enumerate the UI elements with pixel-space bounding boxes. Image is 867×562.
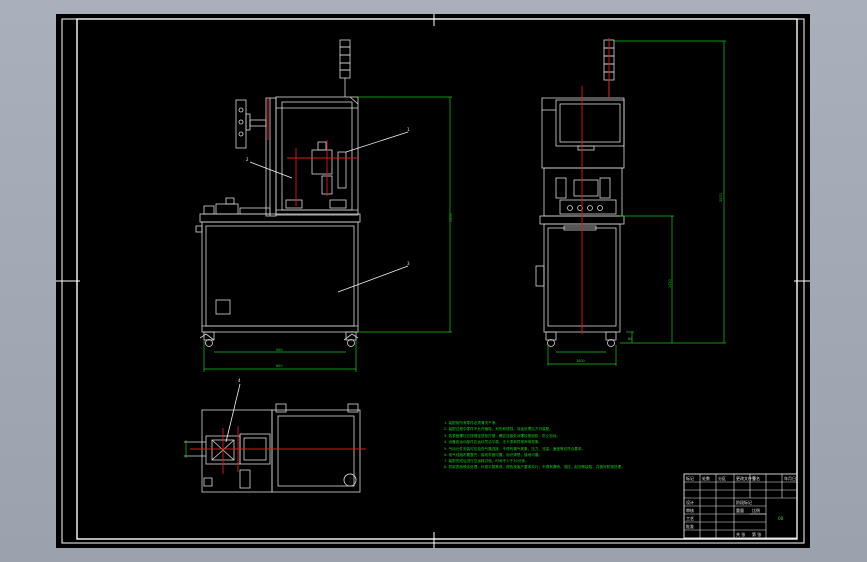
dim-front-width: 800 [276,364,282,368]
svg-text:5. 气动元件安装时应检查气路连接，不得有漏气现象，压力、流: 5. 气动元件安装时应检查气路连接，不得有漏气现象，压力、流量、速度等应符合要求… [444,446,585,451]
svg-text:阶段标记: 阶段标记 [736,499,752,505]
svg-text:3. 各紧固螺钉应按规定扭矩拧紧，螺纹连接处涂螺纹紧固胶，防: 3. 各紧固螺钉应按规定扭矩拧紧，螺纹连接处涂螺纹紧固胶，防止松动。 [444,433,560,438]
svg-text:2. 装配过程中零件不允许磕碰、划伤和锈蚀，涂油处理后方可装: 2. 装配过程中零件不允许磕碰、划伤和锈蚀，涂油处理后方可装配。 [444,426,553,431]
svg-text:处数: 处数 [702,475,710,481]
dim-front-height: 1500 [449,213,453,222]
svg-text:标记: 标记 [686,475,694,481]
drawing-code: 00 [778,516,784,521]
svg-text:比例: 比例 [752,507,760,513]
cad-viewport[interactable]: 1 2 3 000 800 1500 2000 1050 60 1000 4 1… [0,0,867,562]
svg-text:审核: 审核 [686,507,694,513]
svg-text:签名: 签名 [752,475,760,481]
svg-text:7. 装配完成后进行空运转试验，时间不少于30分钟。: 7. 装配完成后进行空运转试验，时间不少于30分钟。 [444,458,529,463]
svg-text:工艺: 工艺 [686,516,694,521]
dim-side-cabinet-height: 1050 [668,279,672,288]
svg-text:第 张: 第 张 [752,531,761,537]
dim-side-base: 60 [628,337,632,341]
svg-text:4. 设备各运动部件应运动灵活平稳，无卡滞和异常声响现象。: 4. 设备各运动部件应运动灵活平稳，无卡滞和异常声响现象。 [444,439,542,444]
cad-drawing-canvas[interactable]: 1 2 3 000 800 1500 2000 1050 60 1000 4 1… [0,0,867,562]
dim-side-total-height: 2000 [719,193,723,202]
svg-text:分区: 分区 [718,475,726,481]
svg-text:批准: 批准 [686,523,694,529]
drawing-sheet [56,14,810,548]
svg-text:设计: 设计 [686,499,694,505]
svg-text:共 张: 共 张 [736,531,745,537]
svg-text:8. 机架表面喷涂处理，外观平整美观，颜色按客户要求执行，不: 8. 机架表面喷涂处理，外观平整美观，颜色按客户要求执行，不得有漏喷、流挂、起泡… [444,464,625,469]
dim-front-inner: 000 [276,348,282,352]
svg-text:6. 电气线路布置整齐，接线牢固可靠，标识清楚，接地可靠。: 6. 电气线路布置整齐，接线牢固可靠，标识清楚，接地可靠。 [444,452,542,457]
svg-text:年月日: 年月日 [784,475,796,481]
dim-side-width: 1000 [576,359,585,363]
svg-text:1. 装配前所有零件必须清洗干净。: 1. 装配前所有零件必须清洗干净。 [444,420,499,425]
svg-text:重量: 重量 [736,507,744,513]
